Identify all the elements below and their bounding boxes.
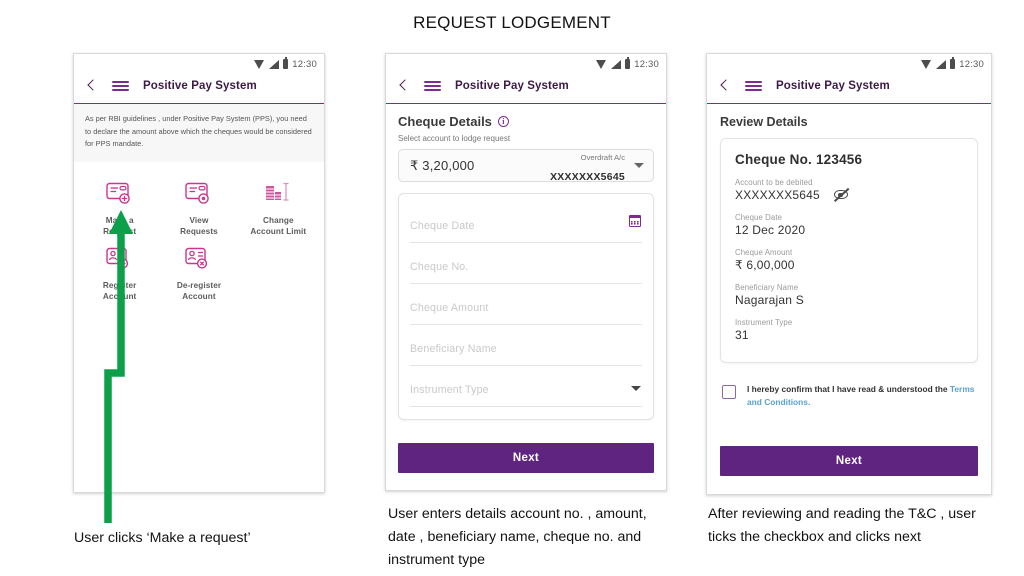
chevron-down-icon[interactable]: [634, 163, 644, 168]
detail-key: Cheque Amount: [735, 248, 793, 257]
battery-icon: [283, 57, 289, 69]
field-instrument-type[interactable]: Instrument Type: [410, 374, 642, 407]
detail-account-debited: Account to be debited XXXXXXX5645: [735, 178, 963, 202]
next-button[interactable]: Next: [720, 446, 978, 476]
app-bar: Positive Pay System: [74, 74, 324, 104]
app-bar: Positive Pay System: [707, 74, 991, 104]
terms-text-before: I hereby confirm that I have read & unde…: [747, 384, 950, 394]
detail-key: Cheque Date: [735, 213, 783, 222]
hamburger-icon[interactable]: [112, 79, 129, 94]
card-eye-icon: [185, 178, 213, 208]
status-bar: 12:30: [707, 54, 991, 74]
field-placeholder: Cheque No.: [410, 261, 469, 273]
section-title: Cheque Details: [398, 114, 492, 129]
detail-key: Beneficiary Name: [735, 283, 799, 292]
status-time: 12:30: [634, 58, 659, 70]
detail-value-row: XXXXXXX5645: [735, 187, 963, 202]
review-card: Cheque No. 123456 Account to be debited …: [720, 138, 978, 363]
account-info: Overdraft A/c XXXXXXX5645: [550, 146, 625, 186]
field-placeholder: Cheque Amount: [410, 302, 489, 314]
detail-value: 12 Dec 2020: [735, 223, 806, 237]
status-bar: 12:30: [74, 54, 324, 74]
account-type: Overdraft A/c: [580, 152, 625, 162]
info-circle-icon[interactable]: i: [497, 116, 509, 127]
field-beneficiary-name[interactable]: Beneficiary Name: [410, 333, 642, 366]
coins-limit-icon: [264, 178, 292, 208]
account-number: XXXXXXX5645: [550, 171, 625, 183]
battery-icon: [625, 57, 631, 69]
green-flow-arrow: [92, 205, 142, 523]
detail-beneficiary-name: Beneficiary Name Nagarajan S: [735, 283, 963, 307]
detail-value: ₹ 6,00,000: [735, 258, 795, 272]
field-placeholder: Instrument Type: [410, 384, 489, 396]
detail-value: XXXXXXX5645: [735, 188, 820, 202]
detail-cheque-amount: Cheque Amount ₹ 6,00,000: [735, 248, 963, 272]
tile-change-account-limit[interactable]: Change Account Limit: [239, 178, 318, 237]
status-time: 12:30: [292, 58, 317, 70]
wifi-icon: [921, 59, 932, 69]
field-cheque-amount[interactable]: Cheque Amount: [410, 292, 642, 325]
wifi-icon: [254, 59, 265, 69]
wifi-icon: [596, 59, 607, 69]
tile-label: View Requests: [180, 216, 218, 237]
eye-off-icon[interactable]: [833, 187, 849, 202]
tile-deregister-account[interactable]: De-register Account: [159, 243, 238, 302]
status-time: 12:30: [959, 58, 984, 70]
cheque-heading: Cheque No. 123456: [735, 152, 863, 167]
account-balance: ₹ 3,20,000: [410, 157, 475, 173]
app-bar-title: Positive Pay System: [143, 80, 257, 92]
account-select[interactable]: ₹ 3,20,000 Overdraft A/c XXXXXXX5645: [398, 149, 654, 183]
app-bar-title: Positive Pay System: [776, 80, 890, 92]
detail-instrument-type: Instrument Type 31: [735, 318, 963, 342]
app-bar-title: Positive Pay System: [455, 80, 569, 92]
review-title: Review Details: [720, 115, 808, 129]
page-title: REQUEST LODGEMENT: [413, 13, 611, 32]
detail-key: Account to be debited: [735, 178, 813, 187]
cheque-form-card: Cheque Date Cheque No. Cheque Amount Ben…: [398, 193, 654, 420]
field-cheque-date[interactable]: Cheque Date: [410, 210, 642, 243]
field-placeholder: Cheque Date: [410, 220, 475, 232]
card-plus-icon: [105, 178, 134, 208]
signal-icon: [269, 59, 280, 69]
tile-label: Change Account Limit: [250, 216, 307, 237]
field-cheque-no[interactable]: Cheque No.: [410, 251, 642, 284]
select-account-label: Select account to lodge request: [398, 134, 511, 143]
back-chevron-icon[interactable]: [717, 78, 733, 94]
detail-cheque-date: Cheque Date 12 Dec 2020: [735, 213, 963, 237]
section-title-row: Cheque Details i: [398, 114, 654, 129]
detail-key: Instrument Type: [735, 318, 793, 327]
cheque-details-body: Cheque Details i Select account to lodge…: [386, 104, 666, 420]
phone-screen-review-details: 12:30 Positive Pay System Review Details…: [706, 53, 992, 495]
detail-value: Nagarajan S: [735, 293, 804, 307]
tile-view-requests[interactable]: View Requests: [159, 178, 238, 237]
caption-step-3: After reviewing and reading the T&C , us…: [708, 506, 976, 545]
person-card-cross-icon: [185, 243, 213, 273]
back-chevron-icon[interactable]: [396, 78, 412, 94]
terms-consent-text: I hereby confirm that I have read & unde…: [747, 383, 978, 409]
signal-icon: [936, 59, 947, 69]
review-details-body: Review Details Cheque No. 123456 Account…: [707, 104, 991, 409]
app-bar: Positive Pay System: [386, 74, 666, 104]
chevron-down-icon[interactable]: [631, 386, 641, 391]
back-chevron-icon[interactable]: [84, 78, 100, 94]
terms-consent-row: I hereby confirm that I have read & unde…: [720, 383, 978, 409]
detail-value: 31: [735, 328, 749, 342]
status-bar: 12:30: [386, 54, 666, 74]
calendar-icon[interactable]: [628, 214, 642, 227]
hamburger-icon[interactable]: [424, 79, 441, 94]
field-placeholder: Beneficiary Name: [410, 343, 497, 355]
caption-step-2: User enters details account no. , amount…: [388, 506, 647, 568]
phone-screen-cheque-details: 12:30 Positive Pay System Cheque Details…: [385, 53, 667, 491]
caption-step-1: User clicks ‘Make a request’: [74, 530, 251, 546]
rbi-notice-text: As per RBI guidelines , under Positive P…: [74, 104, 324, 163]
next-button[interactable]: Next: [398, 443, 654, 473]
hamburger-icon[interactable]: [745, 79, 762, 94]
tile-label: De-register Account: [176, 281, 222, 302]
signal-icon: [611, 59, 622, 69]
battery-icon: [950, 57, 956, 69]
terms-checkbox[interactable]: [722, 385, 736, 399]
